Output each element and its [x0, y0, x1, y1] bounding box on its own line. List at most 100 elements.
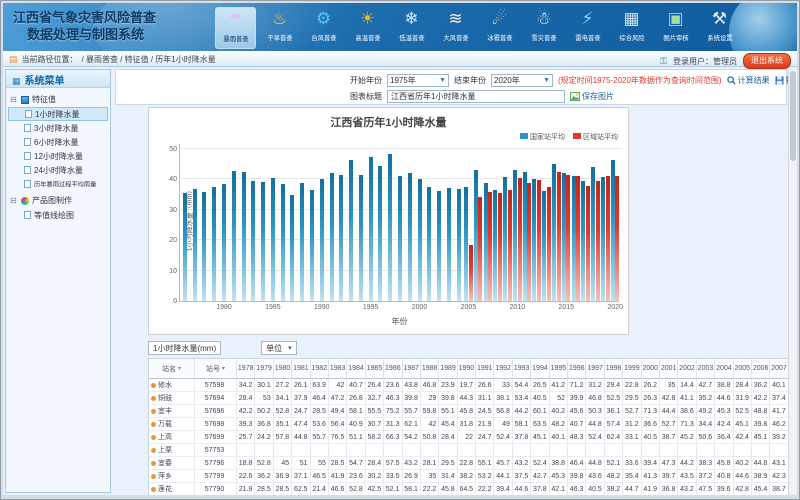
expander-icon[interactable]: ⊟	[10, 196, 18, 205]
value-cell: 23.6	[347, 470, 365, 483]
nav-item-lightning[interactable]: ⚡雷电普查	[567, 7, 608, 49]
value-cell: 52.4	[586, 431, 604, 444]
column-header-1997[interactable]: 1997	[586, 359, 604, 379]
x-tick-label: 1980	[212, 304, 236, 311]
save-image-button[interactable]: 保存图片	[570, 91, 614, 102]
value-cell: 63.9	[311, 379, 329, 392]
bar-national-1984	[261, 182, 265, 301]
column-header-1985[interactable]: 1985	[366, 359, 384, 379]
start-year-select[interactable]: 1975年▼	[387, 74, 449, 87]
calculate-button[interactable]: 计算结果	[727, 75, 770, 86]
tree-group-1[interactable]: ⊟特征值	[8, 92, 108, 107]
chart-plot-area: 1小时降水量（mm） 年份 01020304050198019851990199…	[179, 144, 619, 302]
column-header-1981[interactable]: 1981	[292, 359, 310, 379]
value-cell: 45.8	[439, 483, 457, 495]
tree-group-2[interactable]: ⊟产品图制作	[8, 193, 108, 208]
column-header-1988[interactable]: 1988	[421, 359, 439, 379]
measure-select[interactable]: 1小时降水量(mm)	[148, 341, 221, 355]
column-header-2001[interactable]: 2001	[660, 359, 678, 379]
chart-title-input[interactable]	[387, 90, 565, 103]
value-cell: 47.5	[697, 483, 715, 495]
column-header-2000[interactable]: 2000	[642, 359, 660, 379]
logout-button[interactable]: 退出系统	[743, 53, 791, 69]
value-cell: 45.8	[458, 405, 476, 418]
station-name-cell[interactable]: 万载	[149, 418, 195, 431]
x-tick-label: 1985	[261, 304, 285, 311]
station-name-cell[interactable]: 萍乡	[149, 470, 195, 483]
nav-item-hail[interactable]: ☄冰雹普查	[479, 7, 520, 49]
station-name-cell[interactable]: 修水	[149, 379, 195, 392]
station-name-cell[interactable]: 宜丰	[149, 405, 195, 418]
column-header-2003[interactable]: 2003	[697, 359, 715, 379]
value-cell: 43.2	[403, 457, 421, 470]
sort-arrow-icon[interactable]: ▾	[178, 365, 181, 372]
station-name-cell[interactable]: 宜春	[149, 457, 195, 470]
column-header-id[interactable]: 站号▾	[195, 359, 237, 379]
column-header-1995[interactable]: 1995	[550, 359, 568, 379]
station-name-cell[interactable]: 上高	[149, 431, 195, 444]
nav-item-wind[interactable]: ≋大风普查	[435, 7, 476, 49]
column-header-1987[interactable]: 1987	[403, 359, 421, 379]
column-header-1984[interactable]: 1984	[347, 359, 365, 379]
unit-select[interactable]: 单位▾	[261, 341, 297, 355]
sidebar-item-6小时降水量[interactable]: 6小时降水量	[8, 135, 108, 149]
column-header-1990[interactable]: 1990	[458, 359, 476, 379]
sidebar-item-3小时降水量[interactable]: 3小时降水量	[8, 121, 108, 135]
expander-icon[interactable]: ⊟	[10, 95, 18, 104]
sidebar-item-12小时降水量[interactable]: 12小时降水量	[8, 149, 108, 163]
column-header-1991[interactable]: 1991	[476, 359, 494, 379]
end-year-select[interactable]: 2020年▼	[491, 74, 553, 87]
column-header-1999[interactable]: 1999	[623, 359, 641, 379]
sidebar-item-历年暴雨过程平均雨量[interactable]: 历年暴雨过程平均雨量	[8, 177, 108, 191]
station-name-cell[interactable]: 上栗	[149, 444, 195, 457]
nav-item-label: 低温普查	[399, 34, 424, 43]
column-header-1986[interactable]: 1986	[384, 359, 402, 379]
nav-item-cold[interactable]: ❄低温普查	[391, 7, 432, 49]
value-cell: 51.1	[347, 431, 365, 444]
column-header-1994[interactable]: 1994	[531, 359, 549, 379]
column-header-1993[interactable]: 1993	[513, 359, 531, 379]
column-header-1992[interactable]: 1992	[494, 359, 512, 379]
column-header-2006[interactable]: 2006	[752, 359, 770, 379]
nav-item-settings[interactable]: ⚒系统设置	[699, 7, 740, 49]
nav-item-label: 图片审核	[663, 34, 688, 43]
column-header-1996[interactable]: 1996	[568, 359, 586, 379]
sidebar-item-等值线绘图[interactable]: 等值线绘图	[8, 208, 108, 222]
value-cell: 40.5	[586, 483, 604, 495]
column-header-1998[interactable]: 1998	[605, 359, 623, 379]
value-cell: 55.7	[311, 431, 329, 444]
value-cell: 46.4	[568, 457, 586, 470]
value-cell: 37.8	[531, 483, 549, 495]
column-header-1980[interactable]: 1980	[274, 359, 292, 379]
nav-item-snow[interactable]: ☃雪灾普查	[523, 7, 564, 49]
nav-item-typhoon[interactable]: ⚙台风普查	[303, 7, 344, 49]
station-name-cell[interactable]: 莲花	[149, 483, 195, 495]
sidebar-item-24小时降水量[interactable]: 24小时降水量	[8, 163, 108, 177]
column-header-name[interactable]: 站名▾	[149, 359, 195, 379]
nav-item-heat[interactable]: ☀高温普查	[347, 7, 388, 49]
column-header-1982[interactable]: 1982	[311, 359, 329, 379]
sidebar-item-1小时降水量[interactable]: 1小时降水量	[8, 107, 108, 121]
sort-arrow-icon[interactable]: ▾	[222, 365, 225, 372]
bar-national-1976	[183, 193, 187, 301]
nav-item-calculator[interactable]: ▦综合风险	[611, 7, 652, 49]
value-cell: 35	[660, 379, 678, 392]
column-header-1978[interactable]: 1978	[237, 359, 255, 379]
vertical-scrollbar[interactable]	[788, 69, 797, 493]
column-header-1983[interactable]: 1983	[329, 359, 347, 379]
station-name-cell[interactable]: 铜鼓	[149, 392, 195, 405]
breadcrumb-path[interactable]: / 暴雨普查 / 特征值 / 历年1小时降水量	[82, 54, 216, 65]
vscroll-thumb[interactable]	[790, 71, 796, 161]
station-name: 宜春	[158, 458, 172, 468]
nav-item-rain[interactable]: ☂暴雨普查	[215, 7, 256, 49]
column-header-1989[interactable]: 1989	[439, 359, 457, 379]
value-cell: 28.4	[439, 431, 457, 444]
nav-item-review[interactable]: ▣图片审核	[655, 7, 696, 49]
nav-item-drought[interactable]: ♨干旱普查	[259, 7, 300, 49]
column-header-2004[interactable]: 2004	[715, 359, 733, 379]
column-header-2007[interactable]: 2007	[770, 359, 788, 379]
column-header-2005[interactable]: 2005	[734, 359, 752, 379]
column-header-1979[interactable]: 1979	[255, 359, 273, 379]
column-header-2002[interactable]: 2002	[678, 359, 696, 379]
bar-regional-2011	[527, 183, 531, 302]
